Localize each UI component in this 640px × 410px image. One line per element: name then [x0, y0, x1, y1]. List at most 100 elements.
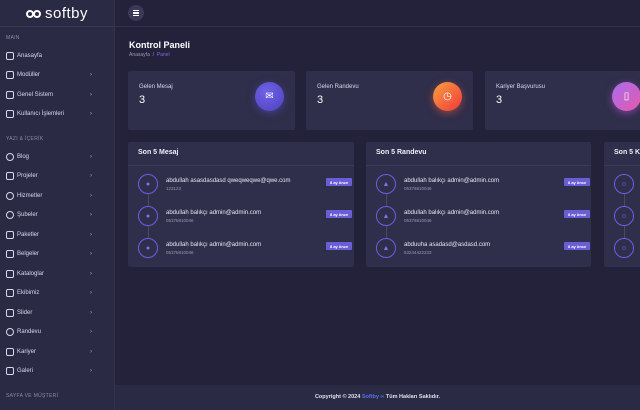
photo-icon [6, 367, 14, 376]
time-badge: 8 ay önce [564, 210, 591, 218]
sidebar-item-0[interactable]: Anasayfa [0, 46, 114, 66]
stat-label: Kariyer Başvurusu [496, 84, 546, 90]
item-subtitle: 123123 [166, 186, 182, 191]
sidebar-nav: MAIN Anasayfa Modüller › Genel Sistem › … [0, 33, 114, 401]
sidebar-item-11[interactable]: Galeri › [0, 362, 114, 382]
stat-label: Gelen Mesaj [139, 84, 173, 90]
sidebar-item-label: Genel Sistem [17, 91, 54, 98]
stat-label: Gelen Randevu [317, 84, 359, 90]
clock-icon [6, 328, 14, 337]
chevron-right-icon: › [90, 173, 92, 180]
sidebar-item-8[interactable]: Slider › [0, 303, 114, 323]
footer-brand-link[interactable]: Softby [362, 394, 379, 400]
list-item[interactable]: ● abdullah balıkçı admin@admin.com 05376… [138, 238, 353, 258]
location-icon [6, 211, 14, 220]
sidebar-item-10[interactable]: Kariyer › [0, 342, 114, 362]
item-name: abdullah balıkçı admin@admin.com [404, 178, 500, 184]
sidebar-item-1[interactable]: Modüller › [0, 66, 114, 86]
panel-title: Son 5 Randevu [366, 142, 591, 166]
stat-value: 3 [139, 94, 146, 106]
stat-card[interactable]: Kariyer Başvurusu 3 ▯ [485, 71, 640, 130]
sidebar-item-label: Hizmetler [17, 192, 43, 199]
list-item[interactable]: ▲ abdullah balıkçı admin@admin.com 05376… [376, 174, 591, 194]
chat-icon: ● [138, 238, 158, 258]
file-icon [6, 250, 14, 259]
sidebar-item-7[interactable]: Ekibimiz › [0, 284, 114, 304]
stat-card[interactable]: Gelen Randevu 3 ◷ [306, 71, 473, 130]
sidebar-item-6[interactable]: Kataloglar › [0, 264, 114, 284]
list-item[interactable]: ● abdullah asasdasdasd qweqweqwe@qwe.com… [138, 174, 353, 194]
sidebar-item-4[interactable]: Paketler › [0, 225, 114, 245]
sidebar-item-5[interactable]: Belgeler › [0, 245, 114, 265]
thumbs-up-icon: ▲ [376, 238, 396, 258]
item-subtitle: 05376810046 [404, 186, 432, 191]
list-item[interactable]: ☺ [614, 206, 640, 226]
server-icon [6, 230, 14, 239]
list-item[interactable]: ☺ [614, 174, 640, 194]
chevron-right-icon: › [90, 91, 92, 98]
item-subtitle: 05376810046 [166, 250, 194, 255]
sidebar-item-label: Modüller [17, 72, 41, 79]
time-badge: 8 ay önce [326, 210, 353, 218]
list-item[interactable]: ● abdullah balıkçı admin@admin.com 05376… [138, 206, 353, 226]
sidebar-section-title: MAIN [6, 35, 20, 41]
clock-icon: ◷ [433, 82, 462, 111]
list-item[interactable]: ▲ abduuha asadasd@asdasd.com 53244422233… [376, 238, 591, 258]
mail-icon: ✉ [255, 82, 284, 111]
softby-logo-icon [25, 7, 42, 19]
sidebar-item-label: Ekibimiz [17, 290, 40, 297]
sidebar-item-2[interactable]: Hizmetler › [0, 186, 114, 206]
chevron-right-icon: › [90, 368, 92, 375]
chevron-right-icon: › [90, 329, 92, 336]
menu-toggle-button[interactable] [128, 5, 144, 21]
time-badge: 8 ay önce [326, 178, 353, 186]
footer-copyright: Copyright © 2024 [314, 394, 361, 400]
item-name: abdullah asasdasdasd qweqweqwe@qwe.com [166, 178, 291, 184]
globe-icon [6, 191, 14, 200]
breadcrumb-home[interactable]: Anasayfa [129, 52, 150, 58]
book-icon [6, 269, 14, 278]
sidebar: softby MAIN Anasayfa Modüller › Genel Si… [0, 0, 115, 410]
stat-value: 3 [496, 94, 503, 106]
stat-card[interactable]: Gelen Mesaj 3 ✉ [128, 71, 295, 130]
footer: Copyright © 2024 Softby ∞ Tüm Hakları Sa… [115, 385, 640, 410]
users-icon [6, 289, 14, 298]
sidebar-item-label: Blog [17, 153, 30, 160]
footer-logo-icon: ∞ [380, 394, 385, 400]
modules-icon [6, 71, 14, 80]
chevron-right-icon: › [90, 290, 92, 297]
chat-icon: ● [138, 206, 158, 226]
sidebar-item-0[interactable]: Blog › [0, 147, 114, 167]
list-item[interactable]: ☺ [614, 238, 640, 258]
sidebar-item-3[interactable]: Şubeler › [0, 206, 114, 226]
chevron-right-icon: › [90, 251, 92, 258]
sidebar-item-label: Kataloglar [17, 270, 45, 277]
chevron-right-icon: › [90, 270, 92, 277]
bookmark-icon [6, 347, 14, 356]
sidebar-item-2[interactable]: Genel Sistem › [0, 85, 114, 105]
chevron-right-icon: › [90, 153, 92, 160]
chevron-right-icon: › [90, 231, 92, 238]
logo[interactable]: softby [0, 0, 114, 27]
sidebar-item-1[interactable]: Projeler › [0, 167, 114, 187]
chevron-right-icon: › [90, 348, 92, 355]
panel-title: Son 5 Mesaj [128, 142, 354, 166]
time-badge: 8 ay önce [564, 178, 591, 186]
sidebar-item-label: Randevu [17, 329, 42, 336]
user-plus-icon: ☺ [614, 206, 634, 226]
list-item[interactable]: ▲ abdullah balıkçı admin@admin.com 05376… [376, 206, 591, 226]
time-badge: 8 ay önce [326, 242, 353, 250]
sidebar-item-3[interactable]: Kullanıcı İşlemleri › [0, 105, 114, 125]
chat-icon: ● [138, 174, 158, 194]
footer-rights: Tüm Hakları Saklıdır. [385, 394, 441, 400]
stat-value: 3 [317, 94, 324, 106]
breadcrumb-current: Panel [156, 52, 170, 58]
chevron-right-icon: › [90, 192, 92, 199]
thumbs-up-icon: ▲ [376, 174, 396, 194]
sidebar-section-title: SAYFA VE MÜŞTERİ [6, 393, 59, 399]
user-plus-icon: ☺ [614, 174, 634, 194]
sidebar-item-9[interactable]: Randevu › [0, 323, 114, 343]
page-title: Kontrol Paneli [129, 40, 191, 50]
sidebar-item-label: Galeri [17, 368, 34, 375]
recent-panel: Son 5 Mesaj ● abdullah asasdasdasd qweqw… [128, 142, 354, 267]
